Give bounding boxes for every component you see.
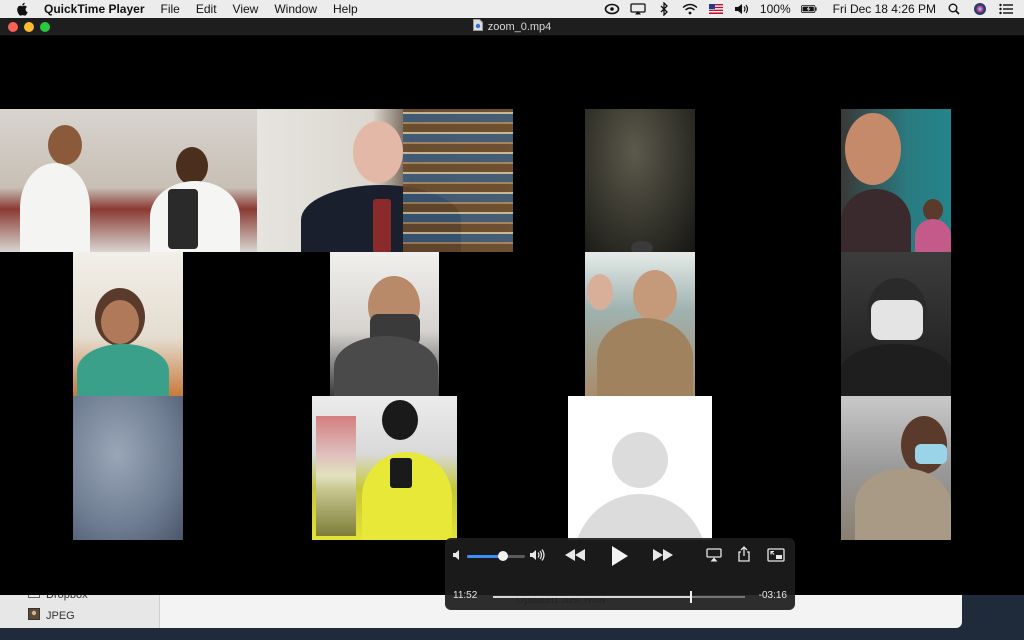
menu-file[interactable]: File xyxy=(161,2,180,16)
battery-percent: 100% xyxy=(759,2,791,16)
minimize-button[interactable] xyxy=(24,22,34,32)
screen-mirroring-icon[interactable] xyxy=(630,2,646,16)
menu-view[interactable]: View xyxy=(233,2,259,16)
volume-icon[interactable] xyxy=(734,2,750,16)
playback-controls: 11:52 -03:16 xyxy=(445,538,795,610)
menu-bar: QuickTime Player File Edit View Window H… xyxy=(0,0,1024,18)
menu-clock[interactable]: Fri Dec 18 4:26 PM xyxy=(833,2,936,16)
menu-help[interactable]: Help xyxy=(333,2,358,16)
participant-tile xyxy=(73,396,183,540)
airplay-icon[interactable] xyxy=(705,547,723,563)
participant-tile xyxy=(841,109,951,252)
quicktime-window: zoom_0.mp4 11:52 -03:16 xyxy=(0,18,1024,610)
image-file-icon xyxy=(28,608,40,623)
window-title: zoom_0.mp4 xyxy=(472,19,552,34)
spotlight-search-icon[interactable] xyxy=(946,2,962,16)
participant-tile xyxy=(585,252,695,396)
participant-tile xyxy=(257,109,513,252)
menu-app-name[interactable]: QuickTime Player xyxy=(44,2,145,16)
avatar-placeholder-body xyxy=(574,494,706,540)
fullscreen-button[interactable] xyxy=(40,22,50,32)
video-frame[interactable]: 11:52 -03:16 xyxy=(0,36,1024,610)
battery-charging-icon[interactable] xyxy=(800,2,817,16)
window-titlebar[interactable]: zoom_0.mp4 xyxy=(0,18,1024,36)
rewind-button[interactable] xyxy=(563,546,587,564)
creative-cloud-icon[interactable] xyxy=(604,2,620,16)
scrubber-bar[interactable] xyxy=(493,591,745,603)
scrubber-progress xyxy=(493,596,691,598)
volume-slider[interactable] xyxy=(467,551,525,561)
volume-slider-knob[interactable] xyxy=(497,551,508,561)
volume-low-icon[interactable] xyxy=(451,548,465,562)
participant-tile xyxy=(73,252,183,396)
menu-extras: 100% Fri Dec 18 4:26 PM xyxy=(604,0,1014,18)
avatar-placeholder-head xyxy=(612,432,668,488)
siri-icon[interactable] xyxy=(972,2,988,16)
notification-center-icon[interactable] xyxy=(998,2,1014,16)
participant-tile xyxy=(330,252,439,396)
close-button[interactable] xyxy=(8,22,18,32)
participant-avatar-tile xyxy=(568,396,712,540)
fast-forward-button[interactable] xyxy=(651,546,675,564)
wifi-icon[interactable] xyxy=(682,2,698,16)
sidebar-item-jpeg[interactable]: JPEG xyxy=(28,608,75,623)
window-title-text: zoom_0.mp4 xyxy=(487,20,552,33)
bluetooth-icon[interactable] xyxy=(656,2,672,16)
menu-window[interactable]: Window xyxy=(274,2,317,16)
remaining-time: -03:16 xyxy=(758,590,787,601)
apple-menu-icon[interactable] xyxy=(14,0,30,18)
participant-tile xyxy=(841,252,951,396)
picture-in-picture-icon[interactable] xyxy=(767,547,785,563)
participant-tile xyxy=(841,396,951,540)
us-flag-icon[interactable] xyxy=(708,2,724,16)
movie-file-icon xyxy=(472,19,483,34)
participant-tile xyxy=(312,396,457,540)
volume-high-icon[interactable] xyxy=(529,548,547,562)
participant-tile xyxy=(585,109,695,252)
participant-tile xyxy=(0,109,257,252)
scrubber-playhead[interactable] xyxy=(689,591,692,603)
elapsed-time: 11:52 xyxy=(453,590,478,601)
window-controls xyxy=(8,22,50,32)
share-icon[interactable] xyxy=(736,545,752,563)
sidebar-item-label: JPEG xyxy=(46,609,75,622)
menu-edit[interactable]: Edit xyxy=(196,2,217,16)
play-button[interactable] xyxy=(607,544,631,568)
